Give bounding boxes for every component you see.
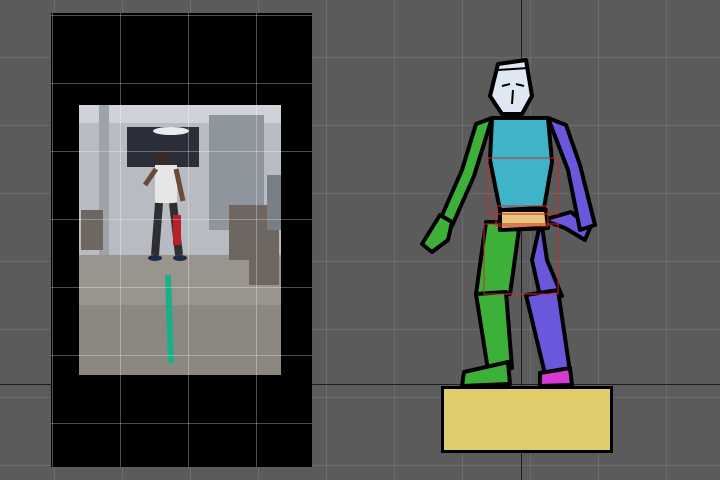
left-shin — [474, 290, 514, 372]
right-shin — [524, 288, 572, 376]
avatar-rig[interactable] — [0, 0, 720, 480]
left-thigh — [474, 220, 522, 296]
right-foot — [538, 366, 574, 388]
scene-viewport[interactable] — [0, 0, 720, 480]
hips — [498, 208, 550, 232]
left-hand — [420, 213, 454, 254]
left-arm — [438, 116, 494, 228]
torso — [488, 116, 554, 212]
left-foot — [460, 360, 512, 388]
